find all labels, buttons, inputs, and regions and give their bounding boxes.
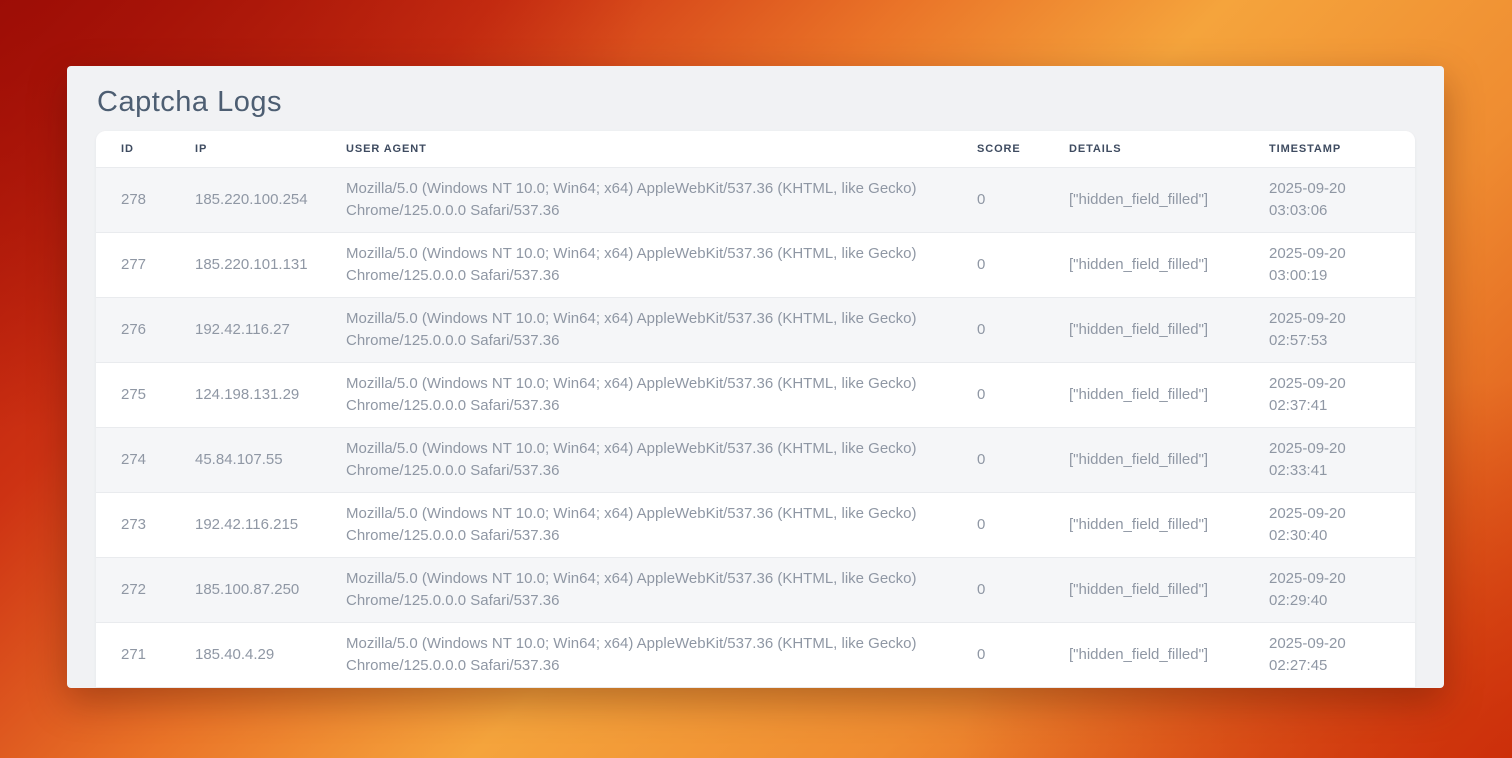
cell-ip: 192.42.116.27: [170, 297, 321, 362]
column-header-ip: IP: [170, 131, 321, 167]
cell-score: 0: [952, 492, 1044, 557]
cell-ip: 124.198.131.29: [170, 362, 321, 427]
timestamp-text: 2025-09-20 02:29:40: [1269, 568, 1381, 612]
table-row: 276 192.42.116.27 Mozilla/5.0 (Windows N…: [96, 297, 1415, 362]
timestamp-text: 2025-09-20 02:30:40: [1269, 503, 1381, 547]
column-header-timestamp: TIMESTAMP: [1244, 131, 1415, 167]
table-header: ID IP USER AGENT SCORE DETAILS TIMESTAMP: [96, 131, 1415, 167]
table-row: 271 185.40.4.29 Mozilla/5.0 (Windows NT …: [96, 622, 1415, 687]
page-title: Captcha Logs: [67, 66, 1444, 122]
cell-timestamp: 2025-09-20 03:03:06: [1244, 167, 1415, 232]
captcha-logs-card: Captcha Logs ID IP USER AGENT SCORE: [67, 66, 1444, 688]
timestamp-text: 2025-09-20 03:03:06: [1269, 178, 1381, 222]
cell-timestamp: 2025-09-20 02:57:53: [1244, 297, 1415, 362]
cell-user-agent: Mozilla/5.0 (Windows NT 10.0; Win64; x64…: [321, 232, 952, 297]
logs-table: ID IP USER AGENT SCORE DETAILS TIMESTAMP…: [96, 131, 1415, 687]
cell-timestamp: 2025-09-20 03:00:19: [1244, 232, 1415, 297]
table-row: 278 185.220.100.254 Mozilla/5.0 (Windows…: [96, 167, 1415, 232]
cell-score: 0: [952, 232, 1044, 297]
timestamp-text: 2025-09-20 02:37:41: [1269, 373, 1381, 417]
table-row: 273 192.42.116.215 Mozilla/5.0 (Windows …: [96, 492, 1415, 557]
cell-user-agent: Mozilla/5.0 (Windows NT 10.0; Win64; x64…: [321, 362, 952, 427]
cell-score: 0: [952, 622, 1044, 687]
cell-timestamp: 2025-09-20 02:37:41: [1244, 362, 1415, 427]
timestamp-text: 2025-09-20 03:00:19: [1269, 243, 1381, 287]
cell-id: 278: [96, 167, 170, 232]
cell-details: ["hidden_field_filled"]: [1044, 362, 1244, 427]
cell-user-agent: Mozilla/5.0 (Windows NT 10.0; Win64; x64…: [321, 622, 952, 687]
cell-ip: 185.220.100.254: [170, 167, 321, 232]
cell-details: ["hidden_field_filled"]: [1044, 492, 1244, 557]
cell-details: ["hidden_field_filled"]: [1044, 232, 1244, 297]
table-row: 275 124.198.131.29 Mozilla/5.0 (Windows …: [96, 362, 1415, 427]
cell-ip: 45.84.107.55: [170, 427, 321, 492]
table-body: 278 185.220.100.254 Mozilla/5.0 (Windows…: [96, 167, 1415, 687]
cell-id: 276: [96, 297, 170, 362]
cell-id: 277: [96, 232, 170, 297]
cell-timestamp: 2025-09-20 02:29:40: [1244, 557, 1415, 622]
column-header-score: SCORE: [952, 131, 1044, 167]
cell-ip: 185.40.4.29: [170, 622, 321, 687]
cell-id: 273: [96, 492, 170, 557]
cell-details: ["hidden_field_filled"]: [1044, 297, 1244, 362]
cell-score: 0: [952, 557, 1044, 622]
timestamp-text: 2025-09-20 02:27:45: [1269, 633, 1381, 677]
cell-score: 0: [952, 427, 1044, 492]
cell-id: 272: [96, 557, 170, 622]
cell-details: ["hidden_field_filled"]: [1044, 622, 1244, 687]
cell-user-agent: Mozilla/5.0 (Windows NT 10.0; Win64; x64…: [321, 167, 952, 232]
cell-id: 271: [96, 622, 170, 687]
column-header-id: ID: [96, 131, 170, 167]
cell-score: 0: [952, 167, 1044, 232]
table-row: 277 185.220.101.131 Mozilla/5.0 (Windows…: [96, 232, 1415, 297]
cell-details: ["hidden_field_filled"]: [1044, 167, 1244, 232]
cell-id: 274: [96, 427, 170, 492]
cell-details: ["hidden_field_filled"]: [1044, 427, 1244, 492]
column-header-details: DETAILS: [1044, 131, 1244, 167]
timestamp-text: 2025-09-20 02:57:53: [1269, 308, 1381, 352]
cell-timestamp: 2025-09-20 02:33:41: [1244, 427, 1415, 492]
captcha-logs-table: ID IP USER AGENT SCORE DETAILS TIMESTAMP…: [96, 131, 1415, 687]
table-row: 274 45.84.107.55 Mozilla/5.0 (Windows NT…: [96, 427, 1415, 492]
cell-ip: 185.220.101.131: [170, 232, 321, 297]
cell-score: 0: [952, 362, 1044, 427]
cell-ip: 192.42.116.215: [170, 492, 321, 557]
cell-details: ["hidden_field_filled"]: [1044, 557, 1244, 622]
cell-timestamp: 2025-09-20 02:27:45: [1244, 622, 1415, 687]
cell-user-agent: Mozilla/5.0 (Windows NT 10.0; Win64; x64…: [321, 297, 952, 362]
cell-ip: 185.100.87.250: [170, 557, 321, 622]
cell-user-agent: Mozilla/5.0 (Windows NT 10.0; Win64; x64…: [321, 427, 952, 492]
cell-user-agent: Mozilla/5.0 (Windows NT 10.0; Win64; x64…: [321, 557, 952, 622]
timestamp-text: 2025-09-20 02:33:41: [1269, 438, 1381, 482]
cell-id: 275: [96, 362, 170, 427]
cell-score: 0: [952, 297, 1044, 362]
column-header-user-agent: USER AGENT: [321, 131, 952, 167]
page-background: Captcha Logs ID IP USER AGENT SCORE: [0, 0, 1512, 758]
cell-timestamp: 2025-09-20 02:30:40: [1244, 492, 1415, 557]
table-row: 272 185.100.87.250 Mozilla/5.0 (Windows …: [96, 557, 1415, 622]
cell-user-agent: Mozilla/5.0 (Windows NT 10.0; Win64; x64…: [321, 492, 952, 557]
